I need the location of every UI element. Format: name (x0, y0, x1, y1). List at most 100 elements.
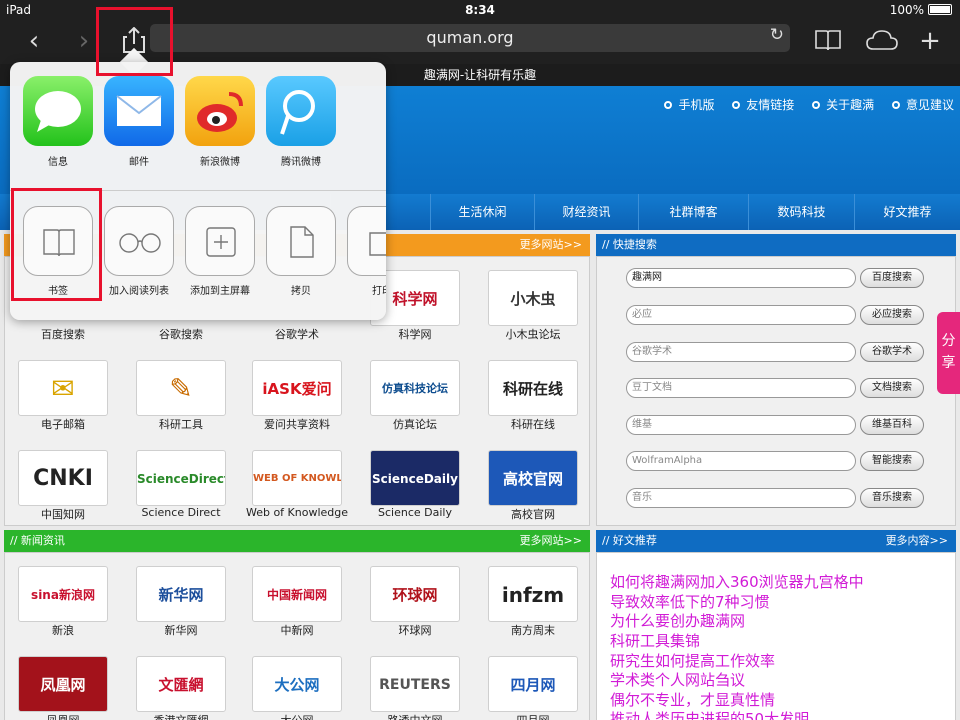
news-label[interactable]: 路透中文网 (356, 712, 474, 720)
bing-search-button[interactable]: 必应搜索 (860, 305, 924, 325)
news-label[interactable]: 凤凰网 (4, 712, 122, 720)
address-bar[interactable]: quman.org ↻ (150, 24, 790, 52)
news-tile-chinanews[interactable]: 中国新闻网 (252, 566, 342, 622)
header-link-friends[interactable]: 友情链接 (732, 98, 794, 112)
new-tab-button[interactable]: + (912, 24, 948, 58)
nav-item-tech[interactable]: 数码科技 (748, 194, 854, 230)
scholar-search-button[interactable]: 谷歌学术 (860, 342, 924, 362)
site-tile-simwe[interactable]: 仿真科技论坛 (370, 360, 460, 416)
news-label[interactable]: 大公网 (238, 712, 356, 720)
action-print[interactable]: 打印 (346, 206, 386, 297)
site-label[interactable]: Science Direct (122, 506, 240, 519)
cloud-icon (866, 30, 898, 50)
header-link-feedback[interactable]: 意见建议 (891, 98, 954, 112)
share-side-tab[interactable]: 分享 (937, 312, 960, 394)
site-tile-university[interactable]: 高校官网 (488, 450, 578, 506)
icloud-tabs-button[interactable] (864, 24, 900, 58)
share-app-mail[interactable]: 邮件 (103, 76, 175, 168)
article-link[interactable]: 为什么要创办趣满网 (610, 610, 745, 631)
more-sites-link[interactable]: 更多网站>> (520, 234, 582, 256)
site-tile-keyan[interactable]: 科研在线 (488, 360, 578, 416)
article-link[interactable]: 偶尔不专业，才显真性情 (610, 689, 775, 710)
news-label[interactable]: 香港文匯網 (122, 712, 240, 720)
doc-search-button[interactable]: 文档搜索 (860, 378, 924, 398)
baidu-search-button[interactable]: 百度搜索 (860, 268, 924, 288)
article-link[interactable]: 如何将趣满网加入360浏览器九宫格中 (610, 571, 864, 592)
news-label[interactable]: 中新网 (238, 622, 356, 638)
news-tile-xinhua[interactable]: 新华网 (136, 566, 226, 622)
news-tile-huanqiu[interactable]: 环球网 (370, 566, 460, 622)
bookmarks-button[interactable] (810, 24, 846, 58)
search-input-wiki[interactable]: 维基 (626, 415, 856, 435)
more-news-link[interactable]: 更多网站>> (520, 530, 582, 552)
nav-item-articles[interactable]: 好文推荐 (854, 194, 960, 230)
reload-icon[interactable]: ↻ (770, 25, 784, 45)
site-label[interactable]: 谷歌搜索 (122, 326, 240, 342)
site-label[interactable]: 科学网 (356, 326, 474, 342)
site-label[interactable]: 仿真论坛 (356, 416, 474, 432)
articles-panel-title: // 好文推荐 (602, 534, 657, 547)
article-link[interactable]: 学术类个人网站刍议 (610, 669, 745, 690)
action-add-home-screen[interactable]: 添加到主屏幕 (184, 206, 256, 297)
article-link[interactable]: 研究生如何提高工作效率 (610, 650, 775, 671)
search-input-baidu[interactable]: 趣满网 (626, 268, 856, 288)
news-tile-infzm[interactable]: infzm (488, 566, 578, 622)
news-label[interactable]: 新浪 (4, 622, 122, 638)
news-label[interactable]: 环球网 (356, 622, 474, 638)
news-tile-wenweipo[interactable]: 文匯網 (136, 656, 226, 712)
quick-search-title: // 快捷搜索 (602, 238, 657, 251)
site-tile-wok[interactable]: WEB OF KNOWLEDGE (252, 450, 342, 506)
header-link-about[interactable]: 关于趣满 (812, 98, 874, 112)
site-tile-sciencedirect[interactable]: ScienceDirect (136, 450, 226, 506)
more-articles-link[interactable]: 更多内容>> (886, 530, 948, 552)
share-app-tencent-weibo[interactable]: 腾讯微博 (265, 76, 337, 168)
music-search-button[interactable]: 音乐搜索 (860, 488, 924, 508)
smart-search-button[interactable]: 智能搜索 (860, 451, 924, 471)
site-tile-muchong[interactable]: 小木虫 (488, 270, 578, 326)
site-tile-sciencedaily[interactable]: ScienceDaily (370, 450, 460, 506)
site-label[interactable]: 中国知网 (4, 506, 122, 522)
print-icon (347, 206, 386, 276)
search-input-scholar[interactable]: 谷歌学术 (626, 342, 856, 362)
back-button[interactable]: ‹ (16, 24, 52, 58)
site-label[interactable]: 谷歌学术 (238, 326, 356, 342)
news-tile-takungpao[interactable]: 大公网 (252, 656, 342, 712)
site-tile-cnki[interactable]: CNKI (18, 450, 108, 506)
article-link[interactable]: 导致效率低下的7种习惯 (610, 591, 770, 612)
site-tile-iask[interactable]: iASK爱问 (252, 360, 342, 416)
add-square-icon (185, 206, 255, 276)
news-tile-m4[interactable]: 四月网 (488, 656, 578, 712)
news-tile-reuters[interactable]: REUTERS (370, 656, 460, 712)
news-tile-ifeng[interactable]: 凤凰网 (18, 656, 108, 712)
header-link-mobile[interactable]: 手机版 (664, 98, 714, 112)
search-input-wolfram[interactable]: WolframAlpha (626, 451, 856, 471)
news-label[interactable]: 四月网 (474, 712, 592, 720)
site-label[interactable]: 科研在线 (474, 416, 592, 432)
share-app-messages[interactable]: 信息 (22, 76, 94, 168)
share-app-sina-weibo[interactable]: 新浪微博 (184, 76, 256, 168)
article-link[interactable]: 推动人类历史进程的50大发明 (610, 708, 809, 720)
nav-item-life[interactable]: 生活休闲 (430, 194, 534, 230)
wiki-search-button[interactable]: 维基百科 (860, 415, 924, 435)
search-input-bing[interactable]: 必应 (626, 305, 856, 325)
news-label[interactable]: 南方周末 (474, 622, 592, 638)
article-link[interactable]: 科研工具集锦 (610, 630, 700, 651)
site-label[interactable]: 小木虫论坛 (474, 326, 592, 342)
nav-item-finance[interactable]: 财经资讯 (534, 194, 638, 230)
search-input-music[interactable]: 音乐 (626, 488, 856, 508)
news-tile-sina[interactable]: sina新浪网 (18, 566, 108, 622)
news-label[interactable]: 新华网 (122, 622, 240, 638)
action-reading-list[interactable]: 加入阅读列表 (103, 206, 175, 297)
search-input-docin[interactable]: 豆丁文档 (626, 378, 856, 398)
site-tile-email[interactable]: ✉ (18, 360, 108, 416)
site-label[interactable]: 高校官网 (474, 506, 592, 522)
site-label[interactable]: Web of Knowledge (238, 506, 356, 519)
action-copy[interactable]: 拷贝 (265, 206, 337, 297)
site-tile-tools[interactable]: ✎ (136, 360, 226, 416)
site-label[interactable]: 科研工具 (122, 416, 240, 432)
site-label[interactable]: 爱问共享资料 (238, 416, 356, 432)
site-label[interactable]: 电子邮箱 (4, 416, 122, 432)
nav-item-community[interactable]: 社群博客 (638, 194, 748, 230)
site-label[interactable]: 百度搜索 (4, 326, 122, 342)
site-label[interactable]: Science Daily (356, 506, 474, 519)
